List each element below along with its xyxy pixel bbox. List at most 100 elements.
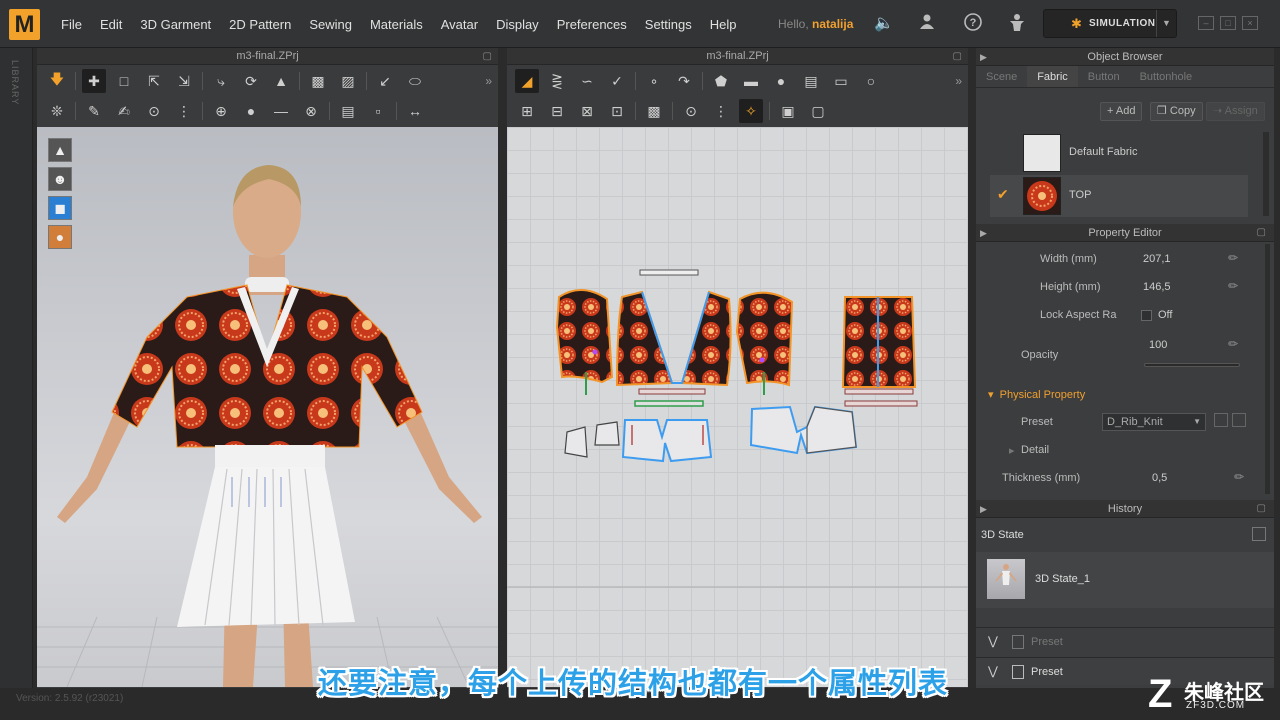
maximize-icon[interactable]: ▢ bbox=[1257, 224, 1266, 242]
add-point-icon[interactable]: ⊕ bbox=[209, 99, 233, 123]
history-snapshot-icon[interactable] bbox=[1252, 527, 1266, 541]
maximize-icon[interactable]: ▢ bbox=[1257, 500, 1266, 518]
rectangle-icon[interactable]: ▬ bbox=[739, 69, 763, 93]
close-button[interactable]: × bbox=[1242, 16, 1258, 30]
viewport-2d[interactable] bbox=[507, 127, 968, 687]
physical-property-section[interactable]: ▾ Physical Property bbox=[988, 388, 1085, 401]
fabric-list-scrollbar[interactable] bbox=[1263, 132, 1269, 216]
curve-point-icon[interactable]: ∘ bbox=[642, 69, 666, 93]
brush-icon[interactable]: ✎ bbox=[82, 99, 106, 123]
select-mesh-icon[interactable]: □ bbox=[112, 69, 136, 93]
button-icon[interactable]: ⊙ bbox=[142, 99, 166, 123]
line-icon[interactable]: — bbox=[269, 99, 293, 123]
buttonhole-2d-icon[interactable]: ⋮ bbox=[709, 99, 733, 123]
maximize-2d-icon[interactable]: ▢ bbox=[953, 48, 962, 65]
opacity-slider[interactable] bbox=[1144, 363, 1240, 367]
edit-curvature-icon[interactable]: ↷ bbox=[672, 69, 696, 93]
menu-avatar[interactable]: Avatar bbox=[432, 17, 487, 32]
add-point-2d-icon[interactable]: ✓ bbox=[605, 69, 629, 93]
garment-front-icon[interactable]: ▩ bbox=[306, 69, 330, 93]
garment-back-icon[interactable]: ▨ bbox=[336, 69, 360, 93]
menu-3d-garment[interactable]: 3D Garment bbox=[131, 17, 220, 32]
edit-pen-icon[interactable]: ✏ bbox=[1228, 279, 1238, 293]
menu-settings[interactable]: Settings bbox=[636, 17, 701, 32]
transform-pattern-icon[interactable]: ◢ bbox=[515, 69, 539, 93]
avatar-pose-icon[interactable]: ❊ bbox=[45, 99, 69, 123]
preset-select[interactable]: D_Rib_Knit ▼ bbox=[1102, 413, 1206, 431]
prop-height-value[interactable]: 146,5 bbox=[1143, 281, 1171, 293]
internal-rect-icon[interactable]: ▭ bbox=[829, 69, 853, 93]
fabric-row-default[interactable]: Default Fabric bbox=[990, 132, 1248, 174]
menu-edit[interactable]: Edit bbox=[91, 17, 131, 32]
maximize-3d-icon[interactable]: ▢ bbox=[483, 48, 492, 65]
menu-preferences[interactable]: Preferences bbox=[548, 17, 636, 32]
property-scrollbar[interactable] bbox=[1265, 244, 1270, 494]
preset-row-1[interactable]: ⋁ Preset bbox=[976, 627, 1274, 655]
more-tools-icon[interactable]: » bbox=[485, 74, 492, 88]
iron-icon[interactable]: ▩ bbox=[642, 99, 666, 123]
prop-detail[interactable]: ▸ Detail bbox=[976, 436, 1274, 464]
pin-icon[interactable]: ⤷ bbox=[209, 69, 233, 93]
button-2d-icon[interactable]: ⊙ bbox=[679, 99, 703, 123]
brush-select-icon[interactable]: ✍ bbox=[112, 99, 136, 123]
minimize-button[interactable]: – bbox=[1198, 16, 1214, 30]
pin-icon[interactable]: ▶ bbox=[980, 500, 987, 518]
load-preset-icon[interactable] bbox=[1232, 413, 1246, 427]
simulation-button[interactable]: ✱ SIMULATION ▼ bbox=[1043, 9, 1177, 38]
menu-display[interactable]: Display bbox=[487, 17, 548, 32]
arrange-icon[interactable]: ↔ bbox=[403, 99, 427, 123]
edit-pen-icon[interactable]: ✏ bbox=[1228, 337, 1238, 351]
add-fabric-button[interactable]: + Add bbox=[1100, 102, 1143, 121]
history-item[interactable]: 3D State_1 bbox=[976, 552, 1274, 608]
assign-fabric-button[interactable]: ➝ Assign bbox=[1206, 102, 1265, 121]
tab-scene[interactable]: Scene bbox=[976, 66, 1027, 87]
more-2d-tools-icon[interactable]: » bbox=[955, 74, 962, 88]
help-icon[interactable]: ? bbox=[962, 13, 984, 35]
fold-flat-icon[interactable]: ▫ bbox=[366, 99, 390, 123]
tab-fabric[interactable]: Fabric bbox=[1027, 66, 1078, 87]
zipper-icon[interactable]: ⊗ bbox=[299, 99, 323, 123]
select-graphic-icon[interactable]: ▣ bbox=[776, 99, 800, 123]
avatar-icon[interactable] bbox=[1006, 13, 1028, 35]
scale-icon[interactable]: ⇲ bbox=[172, 69, 196, 93]
maximize-button[interactable]: □ bbox=[1220, 16, 1236, 30]
menu-file[interactable]: File bbox=[52, 17, 91, 32]
volume-icon[interactable]: 🔈 bbox=[873, 13, 895, 35]
menu-2d-pattern[interactable]: 2D Pattern bbox=[220, 17, 300, 32]
circle-icon[interactable]: ● bbox=[769, 69, 793, 93]
prop-width-value[interactable]: 207,1 bbox=[1143, 253, 1171, 265]
edit-sewing-icon[interactable]: ⊡ bbox=[605, 99, 629, 123]
pin-icon[interactable]: ▶ bbox=[980, 48, 987, 66]
select-move-icon[interactable]: ✚ bbox=[82, 69, 106, 93]
fold-arrange-icon[interactable]: ▤ bbox=[336, 99, 360, 123]
polygon-icon[interactable]: ⬟ bbox=[709, 69, 733, 93]
circle-point-icon[interactable]: ● bbox=[239, 99, 263, 123]
menu-help[interactable]: Help bbox=[701, 17, 746, 32]
edit-curve-icon[interactable]: ∽ bbox=[575, 69, 599, 93]
pin-icon[interactable]: ▶ bbox=[980, 224, 987, 242]
measure-icon[interactable]: ↙ bbox=[373, 69, 397, 93]
edit-pen-icon[interactable]: ✏ bbox=[1234, 470, 1244, 484]
segment-sewing-icon[interactable]: ⊞ bbox=[515, 99, 539, 123]
graphic-icon[interactable]: ▢ bbox=[806, 99, 830, 123]
lock-aspect-checkbox[interactable] bbox=[1141, 310, 1152, 321]
menu-materials[interactable]: Materials bbox=[361, 17, 432, 32]
edit-pen-icon[interactable]: ✏ bbox=[1228, 251, 1238, 265]
user-icon[interactable] bbox=[916, 13, 938, 35]
free-sewing-icon[interactable]: ⊟ bbox=[545, 99, 569, 123]
topstitch-icon[interactable]: ⋮ bbox=[172, 99, 196, 123]
fold-icon[interactable]: ⟳ bbox=[239, 69, 263, 93]
edit-point-icon[interactable]: ⋛ bbox=[545, 69, 569, 93]
prop-thickness-value[interactable]: 0,5 bbox=[1152, 472, 1167, 484]
save-preset-icon[interactable] bbox=[1214, 413, 1228, 427]
edit-texture-icon[interactable]: ✧ bbox=[739, 99, 763, 123]
tab-button[interactable]: Button bbox=[1078, 66, 1130, 87]
fabric-row-top[interactable]: ✔ TOP bbox=[990, 175, 1248, 217]
internal-polygon-icon[interactable]: ▤ bbox=[799, 69, 823, 93]
internal-circle-icon[interactable]: ○ bbox=[859, 69, 883, 93]
simulation-dropdown[interactable]: ▼ bbox=[1156, 10, 1176, 37]
viewport-3d[interactable]: ▲ ☻ ◼ ● bbox=[37, 127, 498, 687]
copy-fabric-button[interactable]: ❐ Copy bbox=[1150, 102, 1203, 121]
library-strip[interactable]: LIBRARY bbox=[0, 48, 33, 688]
tape-icon[interactable]: ⬭ bbox=[403, 69, 427, 93]
